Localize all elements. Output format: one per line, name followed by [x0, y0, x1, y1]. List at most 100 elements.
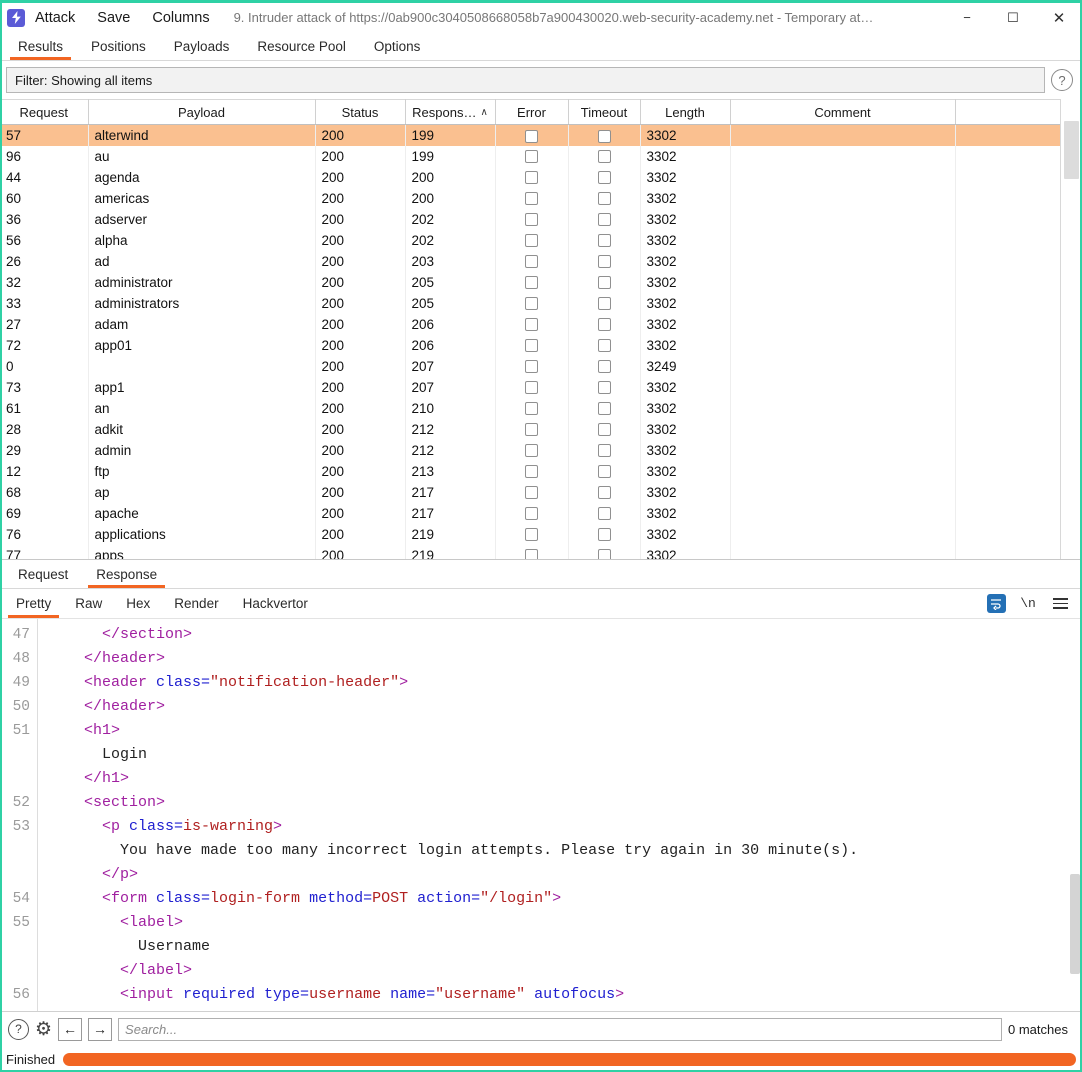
cell-error[interactable] — [495, 145, 569, 167]
error-checkbox[interactable] — [525, 171, 538, 185]
tab-options[interactable]: Options — [360, 32, 435, 60]
cell-timeout[interactable] — [568, 166, 641, 188]
tab-render[interactable]: Render — [162, 589, 230, 618]
cell-error[interactable] — [495, 397, 569, 419]
timeout-checkbox[interactable] — [597, 192, 611, 206]
response-scrollbar-thumb[interactable] — [1070, 874, 1080, 974]
error-checkbox[interactable] — [525, 381, 538, 395]
results-scrollbar-thumb[interactable] — [1064, 121, 1079, 179]
col-header-timeout[interactable]: Timeout — [568, 99, 641, 125]
cell-timeout[interactable] — [568, 271, 641, 293]
timeout-checkbox[interactable] — [597, 339, 611, 353]
cell-timeout[interactable] — [568, 523, 641, 545]
cell-timeout[interactable] — [568, 292, 641, 314]
timeout-checkbox[interactable] — [597, 507, 611, 521]
table-row[interactable]: 0 200 207 3249 — [0, 355, 1060, 377]
cell-error[interactable] — [495, 166, 569, 188]
cell-timeout[interactable] — [568, 355, 641, 377]
timeout-checkbox[interactable] — [597, 150, 611, 164]
search-input[interactable]: Search... — [118, 1017, 1003, 1041]
filter-bar[interactable]: Filter: Showing all items — [6, 67, 1045, 93]
newline-icon[interactable]: \n — [1018, 594, 1038, 614]
cell-error[interactable] — [495, 313, 569, 335]
error-checkbox[interactable] — [525, 318, 538, 332]
cell-timeout[interactable] — [568, 418, 641, 440]
error-checkbox[interactable] — [525, 423, 538, 437]
error-checkbox[interactable] — [525, 192, 538, 206]
timeout-checkbox[interactable] — [597, 360, 611, 374]
response-body-viewer[interactable]: 47 48 49 50 51 52 53 54 55 56 </section> </header… — [0, 619, 1082, 1011]
table-row[interactable]: 96 au 200 199 3302 — [0, 145, 1060, 167]
table-row[interactable]: 44 agenda 200 200 3302 — [0, 166, 1060, 188]
col-header-length[interactable]: Length — [640, 99, 731, 125]
error-checkbox[interactable] — [525, 507, 538, 521]
arrow-right-icon[interactable]: → — [88, 1017, 113, 1041]
tab-pretty[interactable]: Pretty — [4, 589, 63, 618]
cell-error[interactable] — [495, 292, 569, 314]
cell-error[interactable] — [495, 502, 569, 524]
cell-timeout[interactable] — [568, 124, 641, 146]
error-checkbox[interactable] — [525, 360, 538, 374]
table-row[interactable]: 26 ad 200 203 3302 — [0, 250, 1060, 272]
response-code[interactable]: </section> </header> <header class="noti… — [38, 619, 1082, 1011]
col-header-payload[interactable]: Payload — [88, 99, 316, 125]
cell-timeout[interactable] — [568, 544, 641, 559]
timeout-checkbox[interactable] — [597, 444, 611, 458]
results-vertical-scrollbar[interactable] — [1060, 99, 1082, 559]
cell-timeout[interactable] — [568, 397, 641, 419]
timeout-checkbox[interactable] — [597, 486, 611, 500]
error-checkbox[interactable] — [525, 549, 538, 559]
timeout-checkbox[interactable] — [597, 171, 611, 185]
timeout-checkbox[interactable] — [597, 276, 611, 290]
tab-request[interactable]: Request — [4, 560, 82, 588]
timeout-checkbox[interactable] — [597, 549, 611, 559]
menu-save[interactable]: Save — [97, 10, 130, 26]
col-header-request[interactable]: Request — [0, 99, 89, 125]
question-mark-icon[interactable]: ? — [8, 1018, 29, 1040]
close-button[interactable]: ✕ — [1036, 2, 1082, 34]
timeout-checkbox[interactable] — [597, 465, 611, 479]
col-header-error[interactable]: Error — [495, 99, 569, 125]
cell-timeout[interactable] — [568, 334, 641, 356]
error-checkbox[interactable] — [525, 234, 538, 248]
timeout-checkbox[interactable] — [597, 297, 611, 311]
timeout-checkbox[interactable] — [597, 528, 611, 542]
col-header-status[interactable]: Status — [315, 99, 406, 125]
tab-resource-pool[interactable]: Resource Pool — [243, 32, 360, 60]
cell-error[interactable] — [495, 229, 569, 251]
table-row[interactable]: 72 app01 200 206 3302 — [0, 334, 1060, 356]
cell-timeout[interactable] — [568, 376, 641, 398]
timeout-checkbox[interactable] — [597, 423, 611, 437]
table-row[interactable]: 77 apps 200 219 3302 — [0, 544, 1060, 559]
error-checkbox[interactable] — [525, 276, 538, 290]
table-row[interactable]: 29 admin 200 212 3302 — [0, 439, 1060, 461]
timeout-checkbox[interactable] — [597, 402, 611, 416]
minimize-button[interactable]: − — [944, 2, 990, 34]
cell-error[interactable] — [495, 271, 569, 293]
menu-columns[interactable]: Columns — [152, 10, 209, 26]
cell-timeout[interactable] — [568, 460, 641, 482]
cell-timeout[interactable] — [568, 229, 641, 251]
tab-positions[interactable]: Positions — [77, 32, 160, 60]
table-row[interactable]: 60 americas 200 200 3302 — [0, 187, 1060, 209]
table-row[interactable]: 12 ftp 200 213 3302 — [0, 460, 1060, 482]
hamburger-menu-icon[interactable] — [1050, 594, 1070, 614]
error-checkbox[interactable] — [525, 339, 538, 353]
table-row[interactable]: 68 ap 200 217 3302 — [0, 481, 1060, 503]
tab-results[interactable]: Results — [4, 32, 77, 60]
cell-error[interactable] — [495, 124, 569, 146]
cell-error[interactable] — [495, 334, 569, 356]
table-row[interactable]: 69 apache 200 217 3302 — [0, 502, 1060, 524]
tab-payloads[interactable]: Payloads — [160, 32, 244, 60]
tab-hackvertor[interactable]: Hackvertor — [231, 589, 320, 618]
table-row[interactable]: 56 alpha 200 202 3302 — [0, 229, 1060, 251]
cell-timeout[interactable] — [568, 208, 641, 230]
col-header-comment[interactable]: Comment — [730, 99, 956, 125]
error-checkbox[interactable] — [525, 213, 538, 227]
question-mark-icon[interactable]: ? — [1051, 69, 1073, 91]
cell-error[interactable] — [495, 355, 569, 377]
cell-error[interactable] — [495, 460, 569, 482]
table-row[interactable]: 73 app1 200 207 3302 — [0, 376, 1060, 398]
cell-error[interactable] — [495, 376, 569, 398]
cell-error[interactable] — [495, 439, 569, 461]
